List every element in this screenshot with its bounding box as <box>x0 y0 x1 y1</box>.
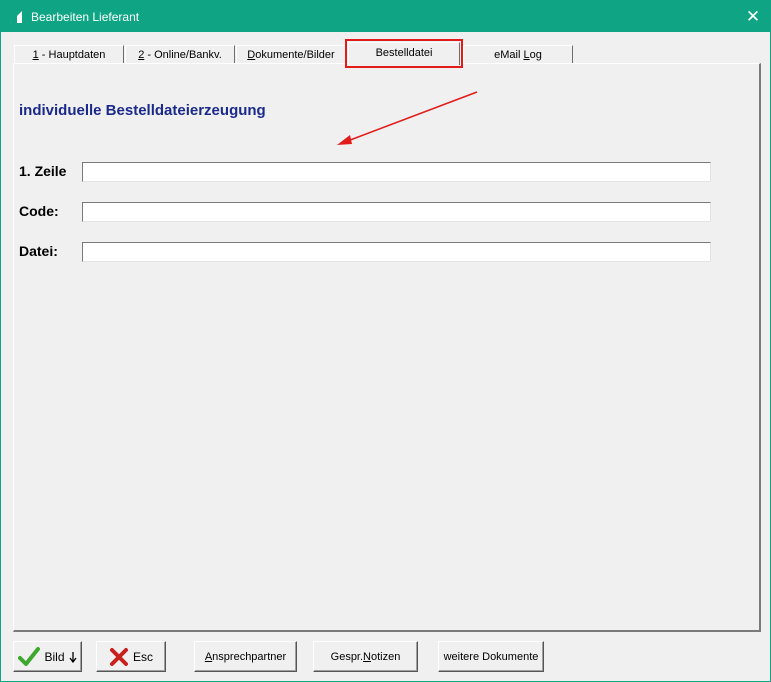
tab-label: - Hauptdaten <box>38 49 106 61</box>
tab-label: - Online/Bankv. <box>144 49 222 61</box>
section-heading: individuelle Bestelldateierzeugung <box>19 102 266 119</box>
hotkey: N <box>363 650 371 663</box>
checkmark-icon <box>18 646 41 666</box>
tab-online-bankv[interactable]: 2 - Online/Bankv. <box>125 45 235 64</box>
red-x-icon <box>109 647 128 666</box>
field-label-datei: Datei: <box>19 243 58 259</box>
label-rest: otizen <box>371 650 401 663</box>
app-icon <box>10 11 22 23</box>
tab-label: og <box>529 49 542 61</box>
close-icon: ✕ <box>745 6 761 26</box>
notizen-label: Gespr.Notizen <box>331 651 401 663</box>
tab-label: eMail <box>494 49 524 61</box>
dialog-window: Bearbeiten Lieferant ✕ 1 - Hauptdaten 2 … <box>0 0 771 682</box>
ansprechpartner-label: Ansprechpartner <box>205 651 286 663</box>
title-bar[interactable]: Bearbeiten Lieferant ✕ <box>1 1 770 32</box>
zeile-input[interactable] <box>82 162 711 182</box>
tab-label: Bestelldatei <box>375 47 433 59</box>
tab-email-log[interactable]: eMail Log <box>463 45 573 64</box>
annotation-arrow <box>337 91 478 145</box>
arrow-down-icon <box>68 651 77 663</box>
tab-dokumente-bilder[interactable]: Dokumente/Bilder <box>236 45 346 64</box>
tab-bestelldatei[interactable]: Bestelldatei <box>345 39 463 68</box>
tab-label: okumente/Bilder <box>255 49 335 61</box>
tab-hauptdaten[interactable]: 1 - Hauptdaten <box>14 45 124 64</box>
bild-button[interactable]: Bild <box>13 641 82 672</box>
field-label-zeile: 1. Zeile <box>19 163 67 179</box>
window-title: Bearbeiten Lieferant <box>31 10 140 24</box>
esc-label: Esc <box>132 649 153 664</box>
code-input[interactable] <box>82 202 711 222</box>
ansprechpartner-button[interactable]: Ansprechpartner <box>194 641 297 672</box>
weitere-label: weitere Dokumente <box>443 650 539 663</box>
datei-input[interactable] <box>82 242 711 262</box>
label-rest: nsprechpartner <box>212 650 287 663</box>
gespraechsnotizen-button[interactable]: Gespr.Notizen <box>313 641 418 672</box>
close-button[interactable]: ✕ <box>736 1 770 32</box>
esc-button[interactable]: Esc <box>96 641 166 672</box>
bild-label: Bild <box>44 649 65 664</box>
field-label-code: Code: <box>19 203 59 219</box>
weitere-dokumente-button[interactable]: weitere Dokumente <box>438 641 544 672</box>
label-prefix: Gespr. <box>330 650 364 663</box>
